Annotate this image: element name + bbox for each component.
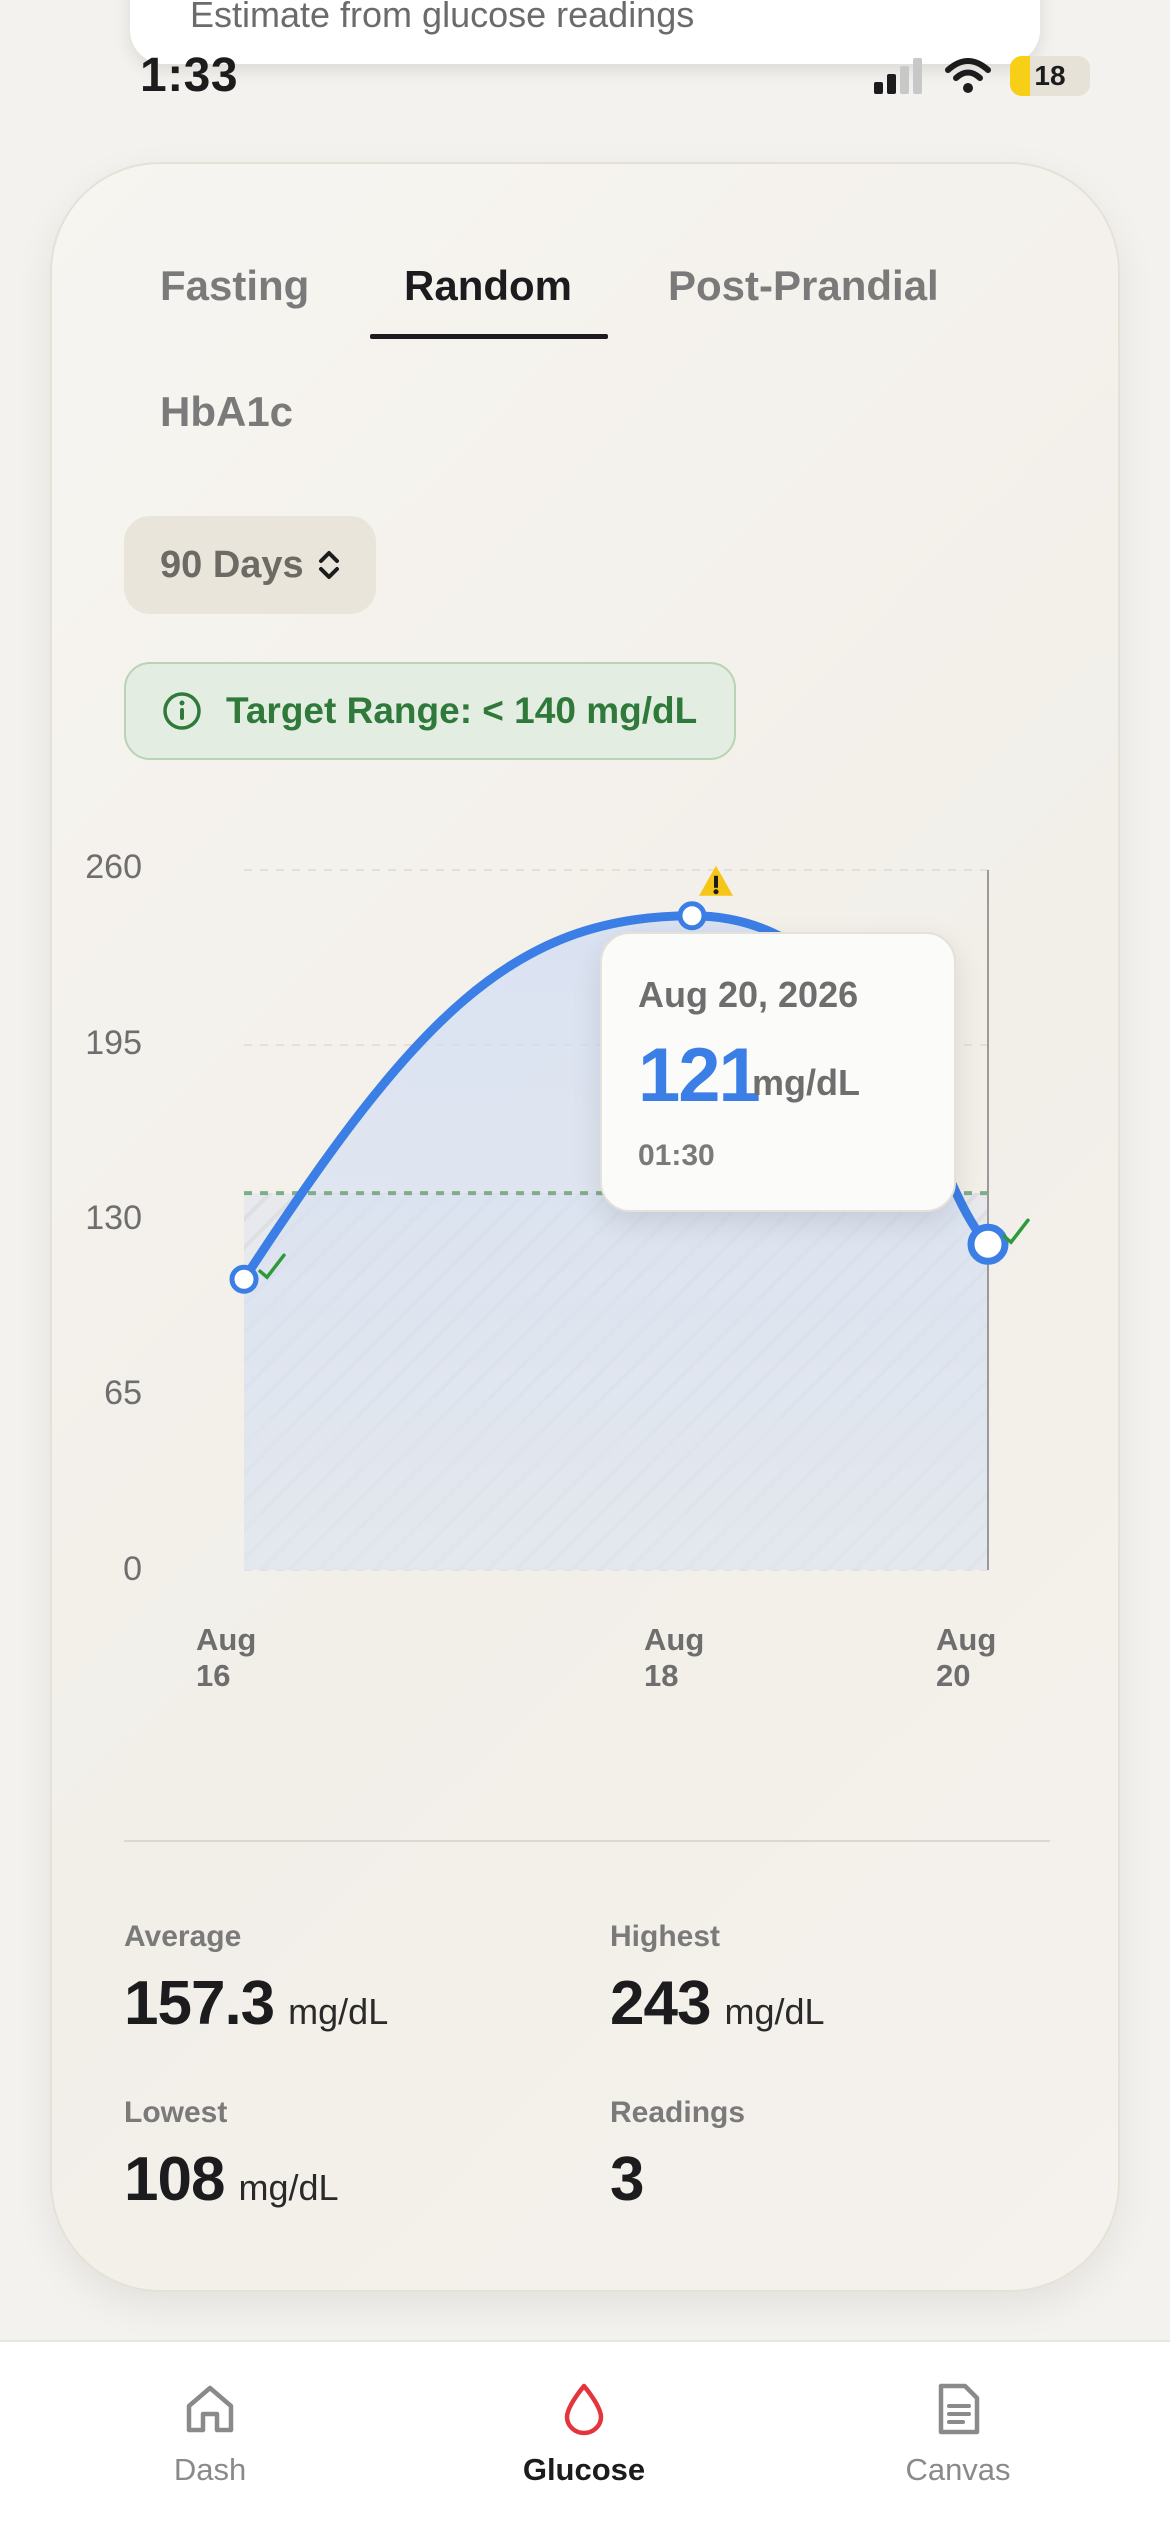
data-point[interactable]	[677, 901, 707, 931]
stat-value: 243	[610, 1969, 711, 2038]
nav-canvas[interactable]: Canvas	[858, 2380, 1058, 2488]
signal-icon	[874, 58, 922, 94]
x-tick-label: Aug 20	[936, 1622, 997, 1693]
glucose-card: Fasting Random Post-Prandial HbA1c 90 Da…	[50, 162, 1120, 2292]
x-tick-label: Aug 18	[644, 1622, 705, 1693]
stat-label: Lowest	[124, 2096, 228, 2129]
stat-label: Average	[124, 1920, 242, 1953]
stat-unit: mg/dL	[238, 2167, 339, 2208]
drop-icon	[564, 2383, 604, 2436]
x-tick-label: Aug 16	[196, 1622, 257, 1693]
data-point[interactable]	[229, 1264, 259, 1294]
status-time: 1:33	[140, 49, 239, 102]
nav-label: Dash	[173, 2452, 247, 2487]
wifi-icon	[945, 58, 991, 93]
stat-lowest: Lowest 108 mg/dL	[124, 2096, 339, 2215]
stat-readings: Readings 3	[610, 2096, 745, 2215]
chart-tooltip: Aug 20, 2026 121 mg/dL 01:30	[600, 932, 956, 1212]
stat-unit: mg/dL	[724, 1991, 825, 2032]
popover-text: Estimate from glucose readings	[190, 0, 695, 35]
document-icon	[938, 2383, 980, 2435]
nav-label: Canvas	[905, 2452, 1011, 2487]
bottom-tab-bar: Dash Glucose Canvas	[0, 2340, 1170, 2532]
nav-label: Glucose	[522, 2452, 646, 2487]
nav-glucose[interactable]: Glucose	[484, 2380, 684, 2488]
stat-label: Readings	[610, 2096, 746, 2129]
divider	[124, 1840, 1050, 1842]
battery-icon: 18	[1010, 56, 1090, 96]
tooltip-value: 121	[638, 1033, 761, 1118]
battery-level: 18	[1034, 60, 1066, 91]
chart-plot	[229, 865, 1030, 1571]
stat-average: Average 157.3 mg/dL	[124, 1920, 388, 2039]
stat-highest: Highest 243 mg/dL	[610, 1920, 825, 2039]
stat-value: 3	[610, 2145, 644, 2214]
nav-dash[interactable]: Dash	[110, 2380, 310, 2488]
status-bar: 1:33 18	[0, 46, 1170, 110]
tooltip-unit: mg/dL	[752, 1062, 860, 1103]
status-icons: 18	[872, 56, 1090, 96]
check-icon	[1002, 1218, 1030, 1245]
tooltip-time: 01:30	[638, 1139, 715, 1172]
stat-unit: mg/dL	[288, 1991, 389, 2032]
stat-value: 157.3	[124, 1969, 275, 2038]
stat-label: Highest	[610, 1920, 721, 1953]
data-point[interactable]	[967, 1223, 1009, 1265]
stat-value: 108	[124, 2145, 225, 2214]
tooltip-date: Aug 20, 2026	[638, 974, 859, 1015]
home-icon	[186, 2385, 234, 2433]
